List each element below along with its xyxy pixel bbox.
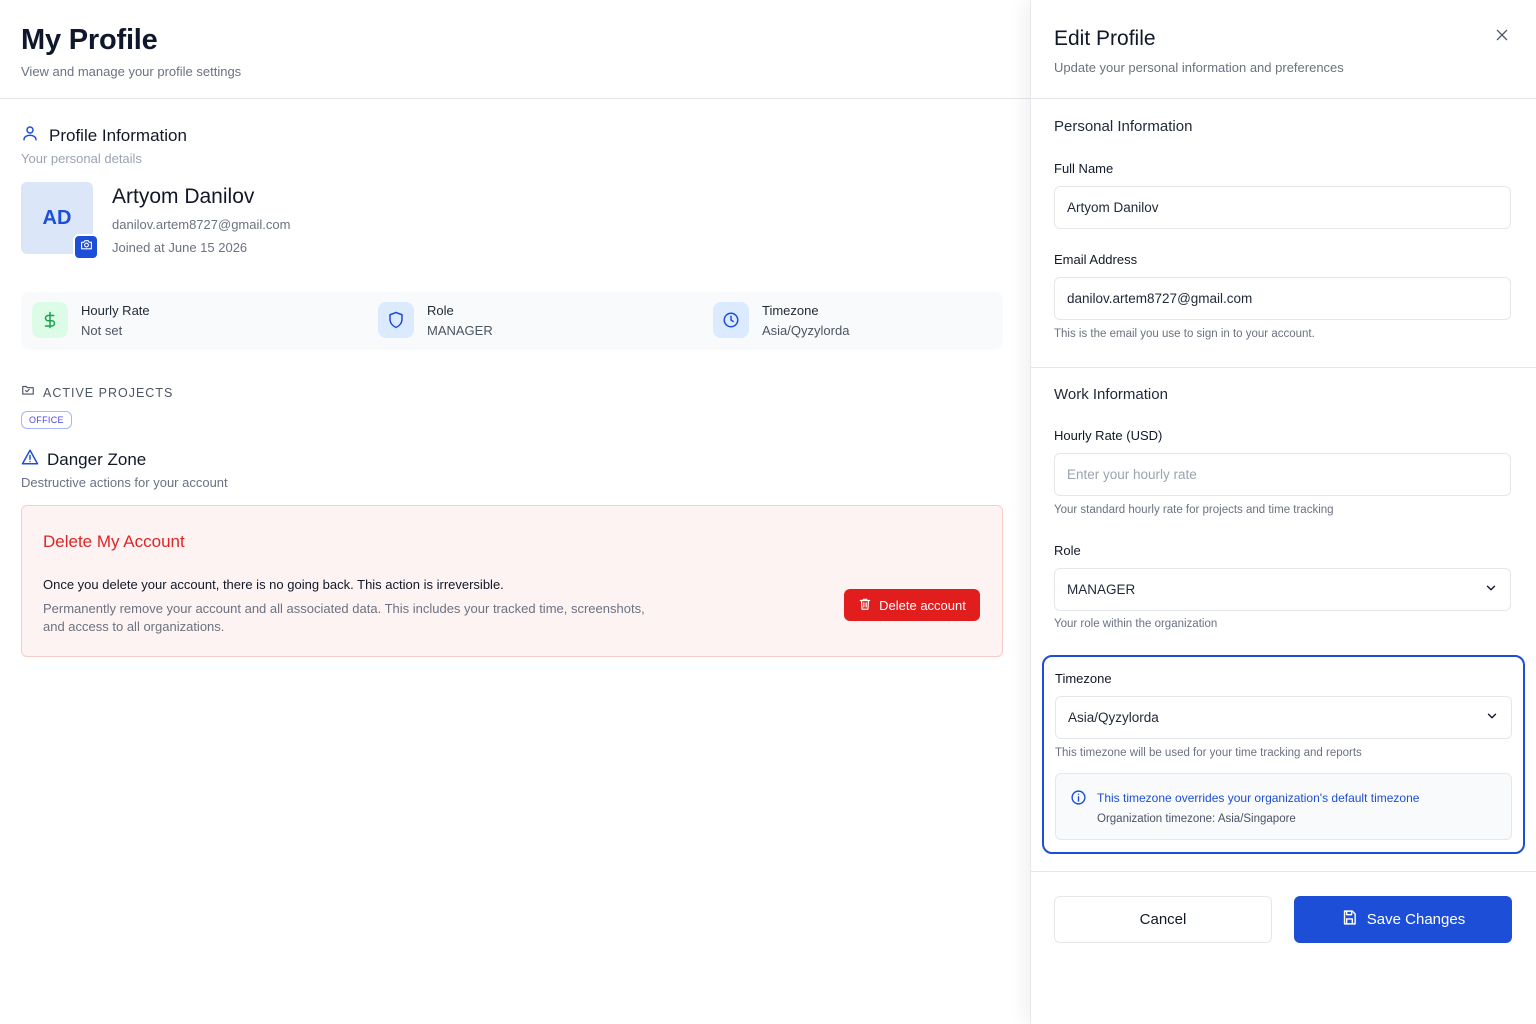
full-name-label: Full Name (1054, 161, 1114, 176)
drawer-title: Edit Profile (1054, 27, 1156, 50)
delete-account-card: Delete My Account Once you delete your a… (21, 505, 1003, 657)
timezone-select[interactable]: Asia/Qyzylorda (1055, 696, 1512, 739)
page-header: My Profile View and manage your profile … (0, 0, 1030, 99)
stat-hourly-rate: Hourly Rate Not set (32, 302, 150, 338)
chevron-down-icon (1484, 581, 1498, 598)
drawer-header: Edit Profile Update your personal inform… (1031, 0, 1536, 99)
page-subtitle: View and manage your profile settings (21, 64, 242, 79)
profile-info-header: Profile Information (21, 124, 1003, 147)
page-title: My Profile (21, 24, 158, 56)
save-changes-button[interactable]: Save Changes (1294, 896, 1512, 943)
profile-details: Artyom Danilov danilov.artem8727@gmail.c… (112, 182, 290, 255)
timezone-label: Timezone (1055, 671, 1112, 686)
profile-joined-date: Joined at June 15 2026 (112, 240, 248, 255)
hourly-rate-input[interactable] (1054, 453, 1511, 496)
stat-role: Role MANAGER (378, 302, 493, 338)
delete-account-button[interactable]: Delete account (844, 589, 980, 621)
edit-profile-drawer: Edit Profile Update your personal inform… (1030, 0, 1536, 1024)
timezone-card: Timezone Asia/Qyzylorda This timezone wi… (1042, 655, 1525, 854)
profile-page: My Profile View and manage your profile … (0, 0, 1030, 1024)
profile-info-title: Profile Information (49, 125, 187, 145)
chevron-down-icon (1485, 709, 1499, 726)
avatar-initials: AD (42, 206, 72, 229)
role-label: Role (1054, 543, 1081, 558)
profile-stats: Hourly Rate Not set Role MANAGER Timezon… (21, 292, 1003, 350)
trash-icon (858, 597, 872, 614)
stat-value: Not set (81, 322, 123, 338)
save-icon (1341, 909, 1358, 930)
page-content: Profile Information Your personal detail… (0, 124, 1030, 657)
stat-timezone: Timezone Asia/Qyzylorda (713, 302, 849, 338)
work-info-section: Work Information Hourly Rate (USD) Your … (1031, 368, 1536, 648)
role-select[interactable]: MANAGER (1054, 568, 1511, 611)
stat-label: Role (427, 302, 454, 318)
work-info-title: Work Information (1054, 386, 1168, 403)
profile-summary: AD Artyom Danilov danilov.artem8727@gmai… (21, 182, 1003, 260)
danger-zone-title: Danger Zone (47, 449, 147, 469)
danger-zone-header: Danger Zone (21, 448, 1003, 471)
delete-account-label: Delete account (879, 597, 966, 613)
delete-warning: Once you delete your account, there is n… (43, 577, 504, 592)
shield-icon (378, 302, 414, 338)
role-select-value: MANAGER (1067, 582, 1136, 597)
personal-info-section: Personal Information Full Name Email Add… (1031, 99, 1536, 367)
stat-value: MANAGER (427, 322, 493, 338)
stat-label: Timezone (762, 302, 819, 318)
dollar-icon (32, 302, 68, 338)
role-helper: Your role within the organization (1054, 618, 1218, 630)
camera-icon (80, 238, 93, 256)
profile-email: danilov.artem8727@gmail.com (112, 217, 291, 232)
project-badge: OFFICE (21, 411, 72, 429)
user-icon (21, 124, 39, 147)
save-changes-label: Save Changes (1366, 911, 1466, 928)
clock-icon (713, 302, 749, 338)
active-projects-header: ACTIVE PROJECTS (21, 383, 1003, 402)
override-title: This timezone overrides your organizatio… (1097, 791, 1420, 805)
email-input[interactable] (1054, 277, 1511, 320)
active-projects-title: ACTIVE PROJECTS (43, 385, 174, 400)
change-avatar-button[interactable] (73, 234, 99, 260)
footer-divider (1031, 871, 1536, 872)
email-helper: This is the email you use to sign in to … (1054, 328, 1315, 340)
personal-info-title: Personal Information (1054, 118, 1193, 135)
stat-value: Asia/Qyzylorda (762, 322, 850, 338)
info-icon (1070, 789, 1087, 811)
profile-name: Artyom Danilov (112, 185, 255, 208)
delete-account-title: Delete My Account (43, 532, 185, 551)
danger-zone-subtitle: Destructive actions for your account (21, 475, 228, 490)
avatar: AD (21, 182, 99, 260)
stat-label: Hourly Rate (81, 302, 150, 318)
close-icon (1494, 27, 1510, 46)
cancel-button[interactable]: Cancel (1054, 896, 1272, 943)
delete-description: Permanently remove your account and all … (43, 601, 645, 634)
folder-icon (21, 383, 35, 402)
drawer-subtitle: Update your personal information and pre… (1054, 60, 1344, 75)
timezone-override-notice: This timezone overrides your organizatio… (1055, 773, 1512, 840)
organization-timezone: Organization timezone: Asia/Singapore (1097, 813, 1296, 825)
timezone-select-value: Asia/Qyzylorda (1068, 710, 1159, 725)
timezone-helper: This timezone will be used for your time… (1055, 747, 1362, 759)
hourly-rate-helper: Your standard hourly rate for projects a… (1054, 504, 1334, 516)
full-name-input[interactable] (1054, 186, 1511, 229)
close-drawer-button[interactable] (1492, 26, 1512, 46)
hourly-rate-label: Hourly Rate (USD) (1054, 428, 1163, 443)
email-label: Email Address (1054, 252, 1138, 267)
warning-icon (21, 448, 39, 471)
profile-info-subtitle: Your personal details (21, 151, 142, 166)
